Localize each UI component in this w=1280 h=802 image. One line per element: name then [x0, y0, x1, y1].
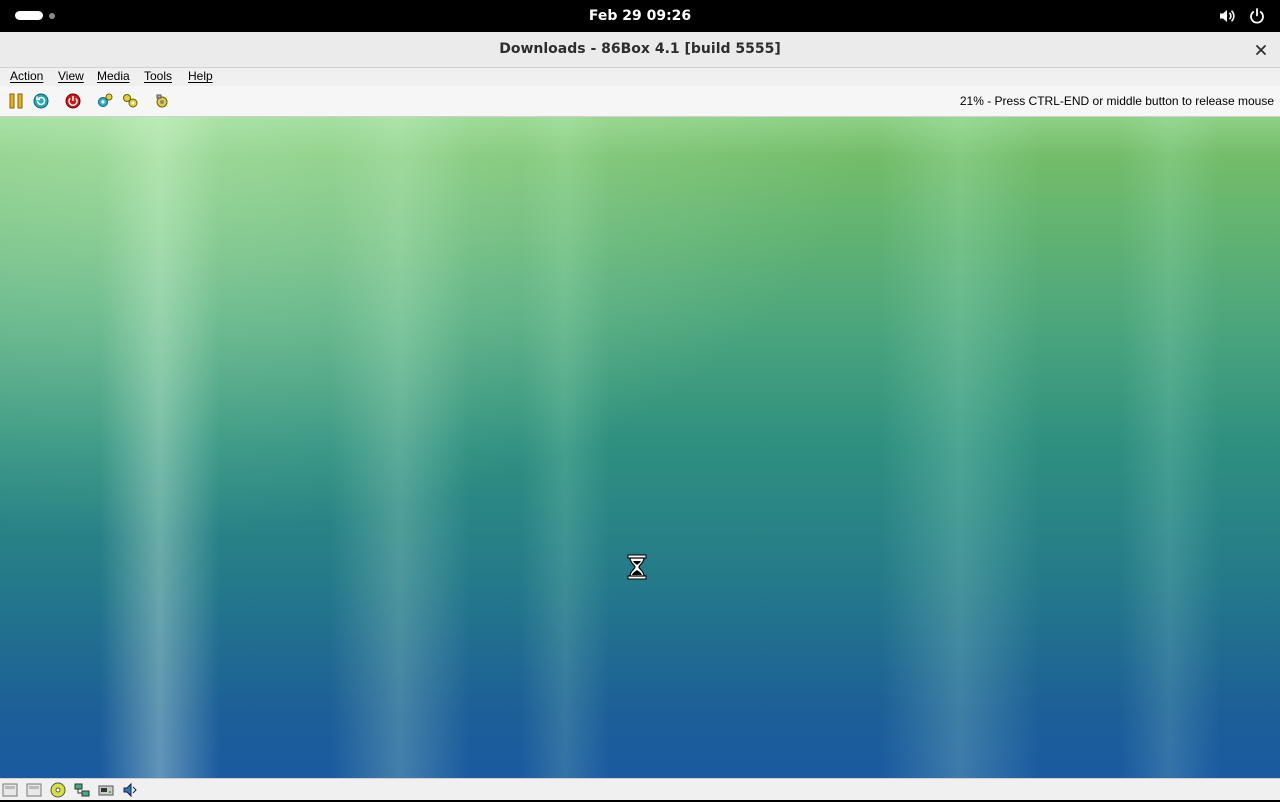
screenshot-button[interactable]	[154, 93, 170, 109]
close-icon	[1256, 45, 1266, 55]
toolbar: 21% - Press CTRL-END or middle button to…	[0, 86, 1280, 117]
power-off-button[interactable]	[65, 93, 81, 109]
window-close-button[interactable]	[1252, 41, 1270, 59]
clock[interactable]: Feb 29 09:26	[589, 8, 691, 24]
menu-help[interactable]: Help	[188, 69, 213, 83]
workspace-inactive-dot	[49, 12, 55, 19]
sound-icon[interactable]	[122, 782, 138, 798]
hard-reset-button[interactable]	[33, 93, 49, 109]
pause-button[interactable]	[8, 93, 24, 109]
network-icon[interactable]	[74, 782, 90, 798]
menu-tools[interactable]: Tools	[144, 69, 172, 83]
mouse-capture-status: 21% - Press CTRL-END or middle button to…	[959, 94, 1274, 108]
ctrl-alt-del-icon	[123, 94, 138, 108]
menu-view[interactable]: View	[58, 69, 84, 83]
settings-icon	[98, 93, 113, 107]
cdrom-drive-icon[interactable]	[50, 782, 66, 798]
activities-indicator[interactable]	[15, 11, 55, 20]
window-title: Downloads - 86Box 4.1 [build 5555]	[499, 41, 781, 57]
screenshot-icon	[156, 94, 168, 108]
top-bar: Feb 29 09:26	[0, 0, 1280, 32]
system-tray[interactable]	[1218, 7, 1266, 25]
hourglass-icon	[627, 554, 647, 580]
menu-action[interactable]: Action	[10, 69, 43, 83]
settings-button[interactable]	[97, 93, 113, 109]
hard-disk-icon[interactable]	[98, 782, 114, 798]
menu-media[interactable]: Media	[97, 69, 130, 83]
power-off-icon	[65, 93, 81, 109]
ctrl-alt-del-button[interactable]	[122, 93, 138, 109]
window-titlebar[interactable]: Downloads - 86Box 4.1 [build 5555]	[0, 32, 1280, 68]
aurora-glow	[0, 117, 1280, 778]
workspace-active-pill	[15, 11, 43, 20]
floppy-drive-icon[interactable]	[2, 782, 18, 798]
power-icon[interactable]	[1248, 7, 1266, 25]
menu-bar: Action View Media Tools Help	[0, 68, 1280, 86]
volume-icon[interactable]	[1218, 7, 1236, 25]
floppy-drive-2-icon[interactable]	[26, 782, 42, 798]
clock-area: Feb 29 09:26	[0, 0, 1280, 32]
status-bar	[0, 778, 1280, 800]
hard-reset-icon	[33, 93, 49, 109]
emulated-screen[interactable]	[0, 117, 1280, 778]
pause-icon	[9, 93, 23, 109]
